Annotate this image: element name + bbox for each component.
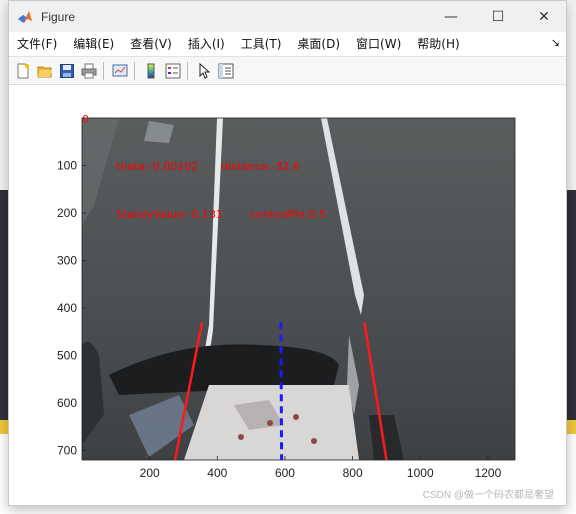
- figure-toolbar: [9, 56, 566, 85]
- y-tick-label: 700: [57, 444, 77, 458]
- x-tick-label: 1000: [407, 466, 434, 480]
- theta-annotation: theta:-0.00102: [116, 160, 198, 173]
- link-plot-icon[interactable]: [110, 61, 130, 81]
- watermark: CSDN @做一个码农都是奢望: [422, 490, 554, 501]
- window-title: Figure: [41, 9, 76, 24]
- x-tick-label: 200: [140, 466, 160, 480]
- y-tick-label: 200: [57, 206, 77, 220]
- figure-window: Figure — ☐ ✕ 文件(F) 编辑(E) 查看(V) 插入(I) 工具(…: [8, 0, 567, 506]
- x-tick-label: 1200: [475, 466, 502, 480]
- pointer-icon[interactable]: [194, 61, 214, 81]
- close-button[interactable]: ✕: [521, 1, 567, 32]
- save-icon[interactable]: [57, 61, 77, 81]
- stainly-value-annotation: StainlyValue:-0.131: [116, 208, 223, 221]
- control-phi-annotation: controlPhi:0.5: [250, 208, 326, 221]
- insert-colorbar-icon[interactable]: [141, 61, 161, 81]
- toolbar-separator: [134, 61, 135, 80]
- maximize-icon: ☐: [491, 8, 505, 25]
- y-tick-label: 100: [57, 159, 77, 173]
- x-tick-label: 800: [343, 466, 363, 480]
- menu-help[interactable]: 帮助(H): [409, 32, 467, 56]
- property-inspector-icon[interactable]: [216, 61, 236, 81]
- close-icon: ✕: [538, 8, 550, 25]
- menu-file[interactable]: 文件(F): [9, 32, 65, 56]
- toolbar-separator: [187, 61, 188, 80]
- y-tick-label: 500: [57, 349, 77, 363]
- menu-tools[interactable]: 工具(T): [233, 32, 290, 56]
- dock-figure-icon[interactable]: ↘: [551, 36, 560, 49]
- menu-window[interactable]: 窗口(W): [348, 32, 409, 56]
- image-axes[interactable]: 200 400 600 800 1000 1200 100 200 300 400 500 600 70…: [9, 85, 566, 505]
- figure-canvas: 200 400 600 800 1000 1200 100 200 300 400 500 600 70…: [9, 85, 566, 505]
- x-tick-label: 400: [207, 466, 227, 480]
- toolbar-separator: [103, 61, 104, 80]
- open-file-icon[interactable]: [35, 61, 55, 81]
- maximize-button[interactable]: ☐: [475, 1, 521, 32]
- x-tick-label: 600: [275, 466, 295, 480]
- menu-view[interactable]: 查看(V): [122, 32, 180, 56]
- new-figure-icon[interactable]: [13, 61, 33, 81]
- menu-edit[interactable]: 编辑(E): [65, 32, 122, 56]
- corner-label: 0: [82, 113, 89, 126]
- insert-legend-icon[interactable]: [163, 61, 183, 81]
- menu-bar: 文件(F) 编辑(E) 查看(V) 插入(I) 工具(T) 桌面(D) 窗口(W…: [9, 32, 566, 56]
- title-bar[interactable]: Figure — ☐ ✕: [9, 1, 566, 32]
- print-icon[interactable]: [79, 61, 99, 81]
- matlab-logo-icon: [18, 10, 32, 23]
- menu-desktop[interactable]: 桌面(D): [289, 32, 348, 56]
- minimize-icon: —: [444, 8, 458, 25]
- y-tick-label: 300: [57, 254, 77, 268]
- menu-insert[interactable]: 插入(I): [180, 32, 233, 56]
- distance-annotation: distance:-32.6: [221, 160, 300, 173]
- y-tick-label: 400: [57, 301, 77, 315]
- minimize-button[interactable]: —: [428, 1, 474, 32]
- y-tick-label: 600: [57, 396, 77, 410]
